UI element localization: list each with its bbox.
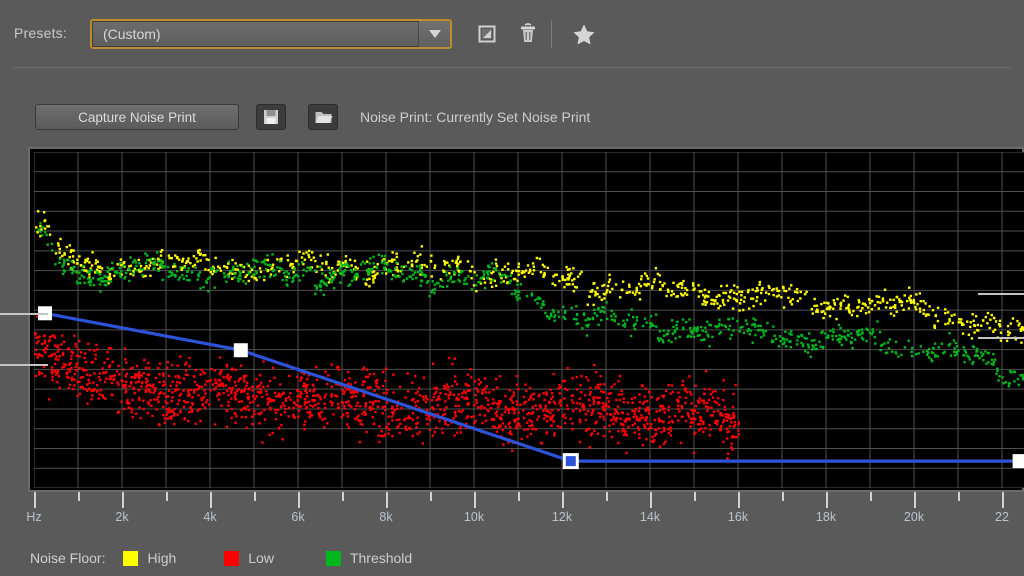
left-marker-upper — [0, 313, 48, 316]
axis-tick-major — [210, 492, 212, 508]
axis-tick-label: 6k — [291, 510, 305, 524]
open-folder-icon — [315, 111, 332, 123]
axis-tick-minor — [606, 492, 608, 501]
threshold-control-line[interactable] — [44, 311, 1020, 463]
presets-dropdown-inner: (Custom) — [92, 21, 450, 47]
axis-tick-major — [914, 492, 916, 508]
axis-tick-label: 12k — [551, 510, 573, 524]
chart-series-high — [35, 210, 1024, 344]
open-noise-print-button[interactable] — [308, 104, 338, 130]
axis-tick-minor — [166, 492, 168, 501]
axis-tick-label: 22 — [995, 510, 1009, 524]
legend-item-threshold: Threshold — [325, 550, 413, 566]
favorite-star-icon — [573, 24, 595, 44]
axis-tick-label: 8k — [379, 510, 393, 524]
axis-tick-major — [34, 492, 36, 508]
legend-label: Low — [248, 550, 274, 566]
axis-tick-minor — [782, 492, 784, 501]
chart-gridlines — [34, 152, 1024, 488]
control-point-handle-2[interactable] — [233, 343, 248, 358]
delete-preset-button[interactable] — [514, 20, 542, 48]
axis-tick-minor — [694, 492, 696, 501]
presets-selected-value: (Custom) — [103, 26, 161, 42]
axis-tick-major — [298, 492, 300, 508]
axis-tick-major — [474, 492, 476, 508]
axis-tick-label: 10k — [463, 510, 485, 524]
axis-tick-minor — [78, 492, 80, 501]
axis-tick-major — [738, 492, 740, 508]
axis-tick-label: 4k — [203, 510, 217, 524]
axis-tick-minor — [342, 492, 344, 501]
axis-tick-minor — [430, 492, 432, 501]
axis-tick-label: Hz — [26, 510, 42, 524]
left-marker-lower — [0, 363, 48, 366]
chart-series-low — [34, 311, 741, 460]
legend-swatch-threshold — [325, 550, 341, 566]
legend: Noise Floor: High Low Threshold — [0, 540, 1024, 576]
save-preset-button[interactable] — [473, 20, 501, 48]
control-point-handle-3[interactable] — [562, 453, 579, 470]
axis-tick-label: 2k — [115, 510, 129, 524]
axis-tick-major — [650, 492, 652, 508]
legend-item-high: High — [123, 550, 176, 566]
presets-dropdown[interactable]: (Custom) — [90, 19, 452, 49]
axis-tick-label: 20k — [903, 510, 925, 524]
noise-floor-graph[interactable] — [34, 152, 1024, 488]
control-point-handle-4[interactable] — [1012, 454, 1024, 469]
legend-label: Threshold — [349, 550, 413, 566]
trash-icon — [521, 23, 535, 42]
noise-reduction-panel: Presets: (Custom) Capture Noise Print No… — [0, 0, 1024, 576]
legend-swatch-low — [224, 550, 240, 566]
legend-title: Noise Floor: — [30, 550, 106, 566]
legend-item-low: Low — [224, 550, 274, 566]
save-noise-print-button[interactable] — [256, 104, 286, 130]
axis-tick-minor — [870, 492, 872, 501]
save-preset-icon — [478, 25, 496, 43]
save-noise-print-icon — [264, 110, 278, 124]
axis-tick-major — [122, 492, 124, 508]
legend-label: High — [147, 550, 177, 566]
capture-noise-print-button[interactable]: Capture Noise Print — [35, 104, 239, 130]
presets-label: Presets: — [14, 25, 67, 41]
axis-tick-major — [826, 492, 828, 508]
legend-swatch-high — [123, 550, 139, 566]
presets-row: Presets: (Custom) — [0, 0, 1024, 68]
toolbar-separator — [551, 20, 552, 48]
frequency-axis: Hz 2k 4k 6k 8k 10k 12k 14k 16k 18k 20k 22 — [0, 492, 1024, 536]
axis-tick-label: 14k — [639, 510, 661, 524]
axis-tick-major — [386, 492, 388, 508]
axis-tick-minor — [518, 492, 520, 501]
noise-print-status: Noise Print: Currently Set Noise Print — [360, 109, 591, 125]
right-marker-upper — [978, 293, 1024, 296]
presets-dropdown-arrow-button[interactable] — [418, 21, 450, 47]
axis-tick-label: 16k — [727, 510, 749, 524]
axis-tick-major — [1002, 492, 1004, 508]
noise-print-row: Capture Noise Print Noise Print: Current… — [0, 68, 1024, 146]
chevron-down-icon — [428, 30, 441, 38]
favorite-button[interactable] — [570, 20, 598, 48]
axis-tick-minor — [254, 492, 256, 501]
right-marker-lower — [978, 336, 1024, 339]
axis-tick-label: 18k — [815, 510, 837, 524]
axis-tick-major — [562, 492, 564, 508]
noise-floor-graph-canvas[interactable] — [34, 152, 1024, 488]
axis-tick-minor — [958, 492, 960, 501]
